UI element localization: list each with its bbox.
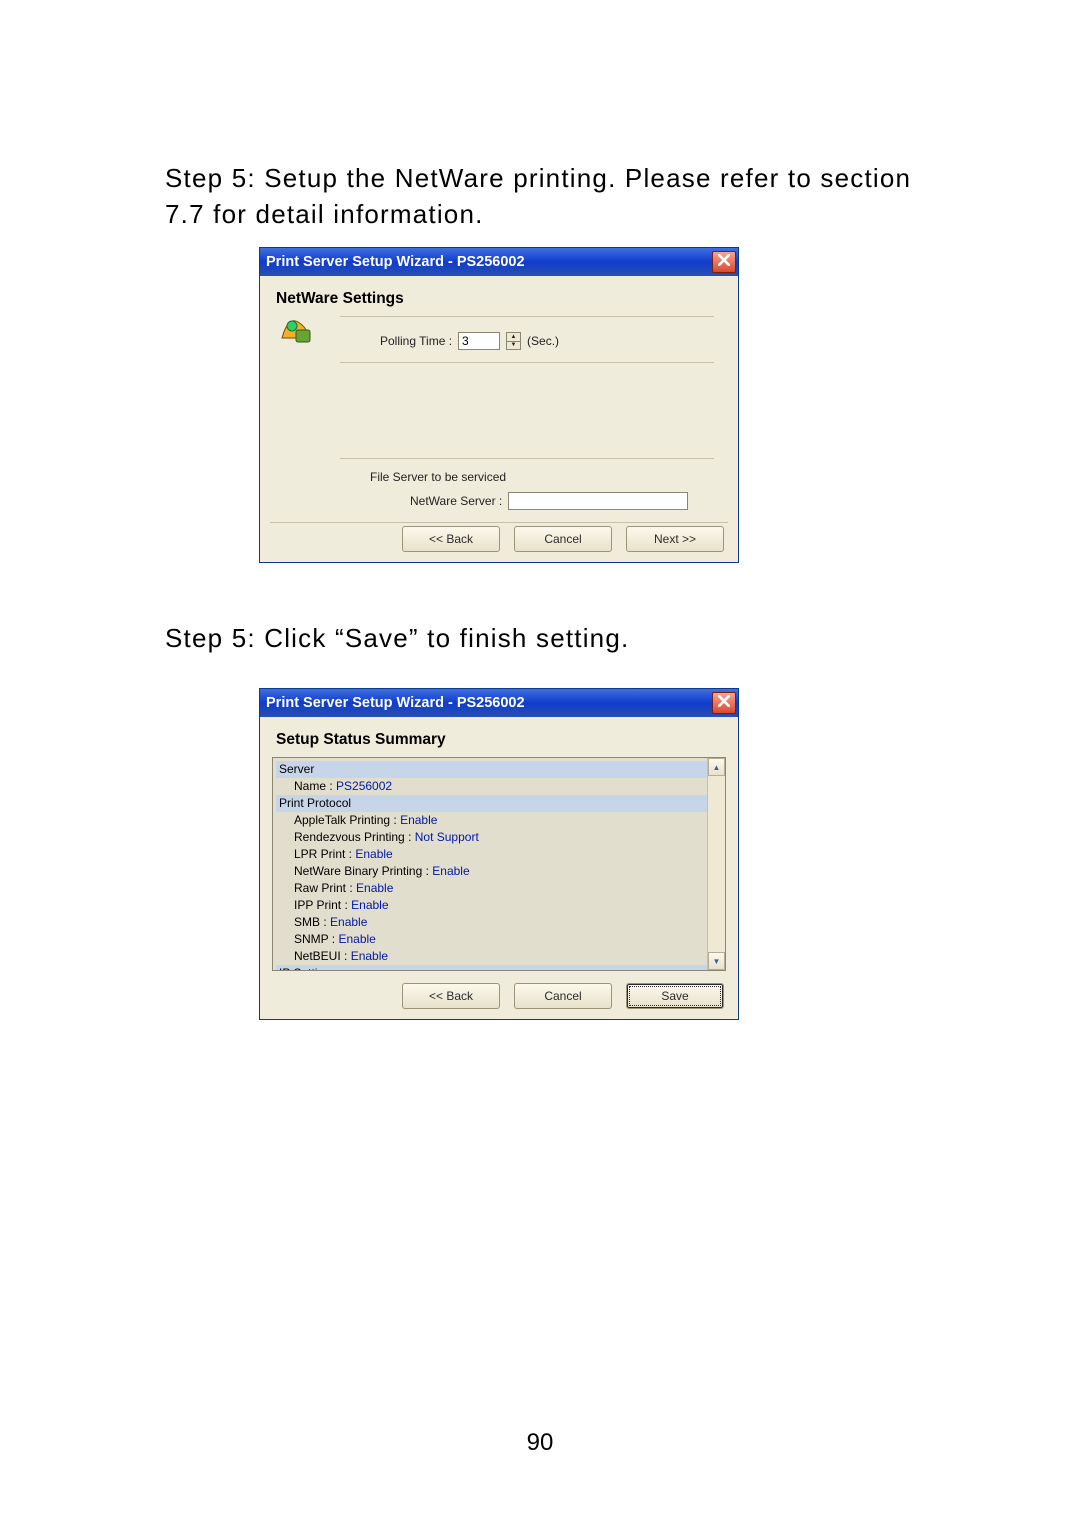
summary-item-key: NetWare Binary Printing : (294, 864, 432, 878)
summary-item: Raw Print : Enable (276, 880, 707, 897)
summary-listbox: ServerName : PS256002Print ProtocolApple… (272, 757, 726, 971)
next-button[interactable]: Next >> (626, 526, 724, 552)
spinner-down-icon: ▼ (507, 342, 520, 350)
close-button[interactable] (712, 251, 736, 273)
summary-item-key: Raw Print : (294, 881, 356, 895)
summary-item-key: NetBEUI : (294, 949, 351, 963)
polling-time-spinner[interactable]: ▲ ▼ (506, 332, 521, 350)
summary-item-value: PS256002 (336, 779, 392, 793)
summary-item: SNMP : Enable (276, 931, 707, 948)
summary-item-value: Enable (330, 915, 367, 929)
summary-item-key: LPR Print : (294, 847, 355, 861)
summary-item-key: Rendezvous Printing : (294, 830, 415, 844)
wizard-button-row: << Back Cancel Save (402, 983, 724, 1009)
summary-item: IPP Print : Enable (276, 897, 707, 914)
divider (270, 522, 728, 523)
section-heading: Setup Status Summary (276, 731, 722, 749)
summary-item-key: IPP Print : (294, 898, 351, 912)
window-title: Print Server Setup Wizard - PS256002 (266, 254, 712, 270)
summary-item-key: Name : (294, 779, 336, 793)
divider (340, 458, 714, 459)
summary-group: Server (276, 761, 707, 778)
save-button[interactable]: Save (626, 983, 724, 1009)
summary-item-key: AppleTalk Printing : (294, 813, 400, 827)
wizard-button-row: << Back Cancel Next >> (402, 526, 724, 552)
back-button[interactable]: << Back (402, 983, 500, 1009)
document-paragraph-1: Step 5: Setup the NetWare printing. Plea… (165, 160, 925, 233)
netware-server-row: NetWare Server : (410, 492, 688, 510)
polling-time-unit: (Sec.) (527, 334, 559, 348)
summary-item-value: Enable (355, 847, 392, 861)
summary-content: ServerName : PS256002Print ProtocolApple… (273, 758, 707, 970)
summary-item-value: Enable (400, 813, 437, 827)
scroll-track (708, 776, 725, 952)
summary-item-value: Enable (351, 949, 388, 963)
section-heading: NetWare Settings (276, 290, 722, 308)
wizard-icon (274, 308, 316, 350)
divider (340, 362, 714, 363)
summary-item: NetBEUI : Enable (276, 948, 707, 965)
summary-item: SMB : Enable (276, 914, 707, 931)
cancel-button[interactable]: Cancel (514, 983, 612, 1009)
summary-group: Print Protocol (276, 795, 707, 812)
summary-item-value: Enable (432, 864, 469, 878)
summary-item: Rendezvous Printing : Not Support (276, 829, 707, 846)
window-title: Print Server Setup Wizard - PS256002 (266, 695, 712, 711)
polling-time-input[interactable] (458, 332, 500, 350)
summary-item-value: Enable (356, 881, 393, 895)
netware-server-label: NetWare Server : (410, 494, 502, 508)
polling-time-row: Polling Time : ▲ ▼ (Sec.) (380, 332, 559, 350)
summary-group: IP Settings (276, 965, 707, 970)
cancel-button[interactable]: Cancel (514, 526, 612, 552)
summary-item-key: SNMP : (294, 932, 338, 946)
polling-time-label: Polling Time : (380, 334, 452, 348)
divider (340, 316, 714, 317)
back-button[interactable]: << Back (402, 526, 500, 552)
summary-item: NetWare Binary Printing : Enable (276, 863, 707, 880)
dialog-setup-summary: Print Server Setup Wizard - PS256002 Set… (259, 688, 739, 1020)
summary-item-value: Enable (351, 898, 388, 912)
netware-server-input[interactable] (508, 492, 688, 510)
summary-item: LPR Print : Enable (276, 846, 707, 863)
titlebar: Print Server Setup Wizard - PS256002 (260, 689, 738, 717)
scroll-up-icon: ▲ (708, 758, 725, 776)
dialog-netware-settings: Print Server Setup Wizard - PS256002 Net… (259, 247, 739, 563)
scroll-down-icon: ▼ (708, 952, 725, 970)
summary-item: Name : PS256002 (276, 778, 707, 795)
file-server-label: File Server to be serviced (370, 470, 506, 484)
page-number: 90 (0, 1429, 1080, 1457)
document-paragraph-2: Step 5: Click “Save” to finish setting. (165, 620, 925, 656)
close-button[interactable] (712, 692, 736, 714)
summary-item: AppleTalk Printing : Enable (276, 812, 707, 829)
summary-item-value: Not Support (415, 830, 479, 844)
close-icon (718, 695, 730, 711)
titlebar: Print Server Setup Wizard - PS256002 (260, 248, 738, 276)
close-icon (718, 254, 730, 270)
spinner-up-icon: ▲ (507, 333, 520, 342)
summary-item-value: Enable (338, 932, 375, 946)
scrollbar[interactable]: ▲ ▼ (707, 758, 725, 970)
summary-item-key: SMB : (294, 915, 330, 929)
